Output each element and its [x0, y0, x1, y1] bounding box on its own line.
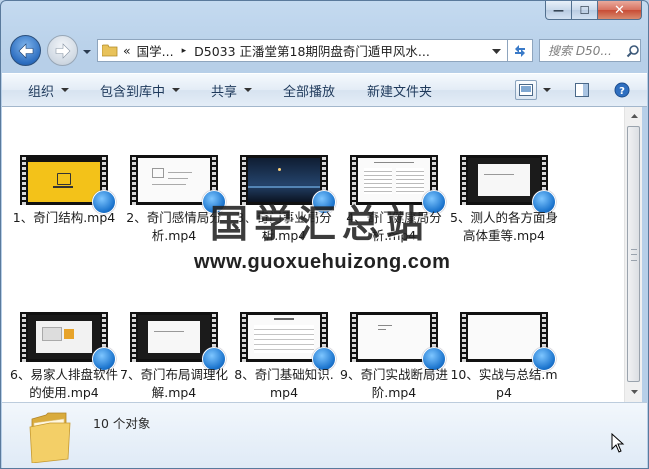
details-pane: 10 个对象 [2, 402, 647, 468]
organize-label: 组织 [28, 84, 55, 100]
new-folder-button[interactable]: 新建文件夹 [367, 74, 432, 106]
caption-buttons: — ☐ ✕ [545, 1, 642, 21]
forward-arrow-icon [55, 42, 70, 59]
search-icon[interactable] [626, 44, 640, 58]
minimize-button[interactable]: — [545, 1, 572, 20]
maximize-icon: ☐ [579, 3, 590, 17]
maximize-button[interactable]: ☐ [572, 1, 598, 20]
close-icon: ✕ [614, 2, 625, 18]
include-library-label: 包含到库中 [100, 84, 166, 100]
folder-icon [29, 412, 71, 463]
view-icon [519, 84, 533, 96]
folder-icon [102, 44, 118, 57]
breadcrumb-item-root[interactable]: 国学... [137, 41, 174, 60]
file-name: 8、奇门基础知识.mp4 [234, 367, 334, 400]
search-input[interactable] [548, 43, 624, 58]
view-options-dropdown[interactable] [539, 80, 555, 100]
film-strip [130, 155, 138, 205]
video-thumbnail [240, 312, 336, 371]
file-list-pane[interactable]: 1、奇门结构.mp4 2、奇门感情局分析.mp4 3、奇门事业局分析.mp4 4… [2, 107, 624, 402]
vertical-scrollbar[interactable] [624, 107, 642, 402]
film-strip [130, 312, 138, 362]
thumbnail-frame [468, 315, 540, 359]
change-view-button[interactable] [515, 80, 537, 100]
help-button[interactable]: ? [611, 80, 633, 100]
film-strip [350, 312, 358, 362]
refresh-button[interactable] [508, 39, 533, 62]
new-folder-label: 新建文件夹 [367, 84, 433, 100]
video-thumbnail [130, 312, 226, 371]
play-all-button[interactable]: 全部播放 [283, 74, 335, 106]
explorer-window: — ☐ ✕ « 国学... ▸ D5033 正潘堂第18期阴盘奇门遁甲风水...… [0, 0, 649, 469]
watermark-url: www.guoxuehuizong.com [194, 251, 451, 273]
address-dropdown-icon[interactable] [492, 48, 501, 55]
search-box[interactable] [539, 39, 641, 62]
chevron-down-icon [61, 88, 70, 92]
film-strip [20, 155, 28, 205]
chevron-down-icon [172, 88, 181, 92]
thumbnail-frame [468, 158, 540, 202]
chevron-down-icon [630, 390, 638, 394]
video-thumbnail [460, 312, 556, 371]
video-thumbnail [460, 155, 556, 214]
video-thumbnail [130, 155, 226, 214]
film-strip [460, 155, 468, 205]
grip-icon [631, 249, 637, 261]
breadcrumb-item-current[interactable]: D5033 正潘堂第18期阴盘奇门遁甲风水... [194, 41, 430, 60]
play-all-label: 全部播放 [283, 84, 336, 100]
command-toolbar: 组织 包含到库中 共享 全部播放 新建文件夹 ? [2, 73, 647, 107]
chevron-down-icon [543, 88, 551, 92]
recent-pages-dropdown[interactable] [82, 46, 92, 56]
film-strip [460, 312, 468, 362]
close-button[interactable]: ✕ [598, 1, 642, 20]
video-thumbnail [350, 312, 446, 371]
mouse-cursor-icon [611, 433, 625, 453]
film-strip [240, 312, 248, 362]
file-name: 7、奇门布局调理化解.mp4 [120, 367, 228, 400]
file-name: 10、实战与总结.mp4 [450, 367, 558, 400]
breadcrumb: « 国学... ▸ D5033 正潘堂第18期阴盘奇门遁甲风水... [123, 41, 430, 60]
address-bar[interactable]: « 国学... ▸ D5033 正潘堂第18期阴盘奇门遁甲风水... [97, 39, 508, 62]
file-name: 5、测人的各方面身高体重等.mp4 [450, 210, 558, 243]
preview-pane-icon [575, 83, 589, 97]
chevron-down-icon [244, 88, 253, 92]
svg-text:?: ? [619, 86, 625, 97]
help-icon: ? [614, 82, 630, 98]
include-library-menu[interactable]: 包含到库中 [100, 74, 181, 106]
thumbnail-frame [138, 315, 210, 359]
back-arrow-icon [18, 42, 33, 59]
file-name: 9、奇门实战断局进阶.mp4 [340, 367, 448, 400]
share-menu[interactable]: 共享 [211, 74, 253, 106]
back-button[interactable] [10, 35, 41, 66]
scroll-down-button[interactable] [626, 384, 642, 401]
thumbnail-frame [138, 158, 210, 202]
thumbnail-frame [358, 315, 430, 359]
breadcrumb-separator-icon[interactable]: ▸ [182, 46, 187, 56]
minimize-icon: — [553, 3, 564, 17]
preview-pane-button[interactable] [571, 80, 593, 100]
organize-menu[interactable]: 组织 [28, 74, 70, 106]
chevron-down-icon [83, 50, 91, 54]
file-name: 1、奇门结构.mp4 [12, 210, 116, 225]
scroll-up-button[interactable] [626, 108, 642, 125]
share-label: 共享 [211, 84, 238, 100]
item-count: 10 个对象 [93, 416, 151, 431]
film-strip [20, 312, 28, 362]
refresh-icon [515, 44, 525, 57]
video-thumbnail [20, 312, 116, 371]
file-name: 6、易家人排盘软件的使用.mp4 [10, 367, 118, 400]
video-thumbnail [20, 155, 116, 214]
thumbnail-frame [28, 315, 100, 359]
scrollbar-thumb[interactable] [627, 126, 640, 382]
chevron-up-icon [630, 114, 638, 118]
forward-button[interactable] [47, 35, 78, 66]
breadcrumb-chevron[interactable]: « [123, 43, 131, 58]
thumbnail-frame [248, 315, 320, 359]
thumbnail-frame [28, 158, 100, 202]
watermark-text: 国学汇总站 [210, 201, 431, 246]
